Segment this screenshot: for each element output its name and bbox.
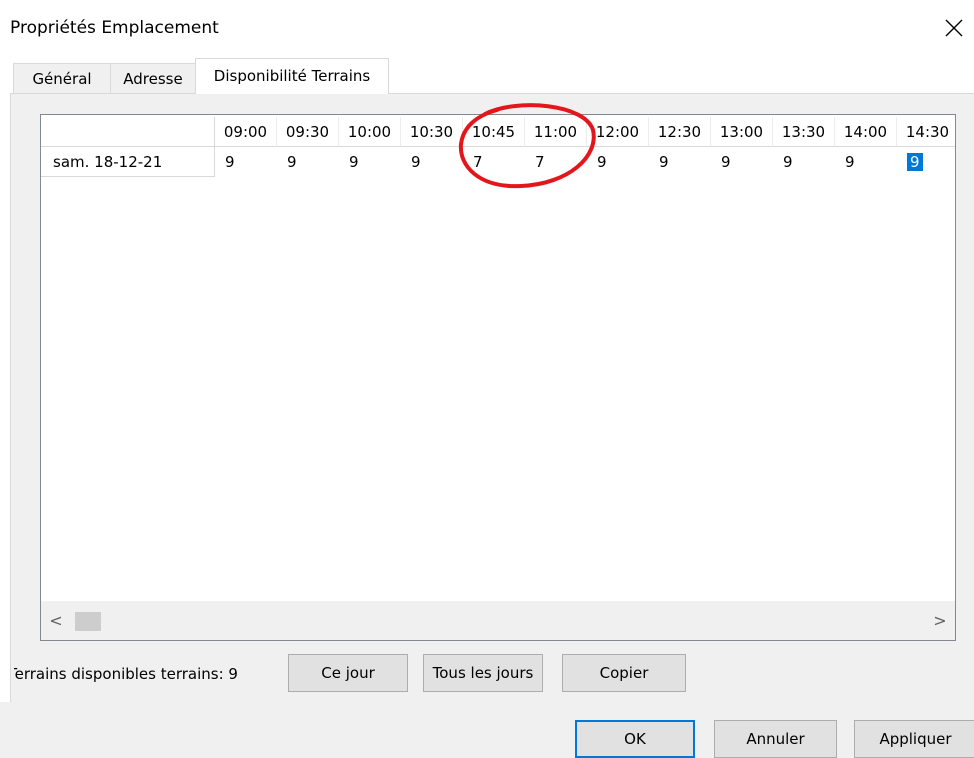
grid-cell-selected[interactable]: 9	[897, 147, 955, 177]
grid-cell[interactable]: 7	[463, 147, 525, 177]
grid-cell[interactable]: 9	[215, 147, 277, 177]
grid-corner-cell	[41, 117, 215, 147]
grid-cell[interactable]: 7	[525, 147, 587, 177]
scroll-right-icon[interactable]: >	[929, 611, 951, 631]
ok-button[interactable]: OK	[575, 720, 695, 758]
cancel-button[interactable]: Annuler	[714, 720, 837, 758]
ce-jour-button[interactable]: Ce jour	[288, 654, 408, 692]
selected-cell-value[interactable]: 9	[907, 153, 923, 171]
tab-disponibilite-terrains[interactable]: Disponibilité Terrains	[195, 58, 389, 94]
time-header: 12:00	[587, 117, 649, 147]
time-header: 10:30	[401, 117, 463, 147]
tous-les-jours-button[interactable]: Tous les jours	[423, 654, 543, 692]
time-header: 14:30	[897, 117, 955, 147]
table-row: sam. 18-12-21 9 9 9 9 7 7 9 9 9 9 9 9	[41, 147, 955, 177]
time-header: 10:45	[463, 117, 525, 147]
grid-cell[interactable]: 9	[401, 147, 463, 177]
row-date-label: sam. 18-12-21	[41, 147, 215, 177]
availability-grid[interactable]: 09:00 09:30 10:00 10:30 10:45 11:00 12:0…	[40, 114, 956, 641]
scroll-left-icon[interactable]: <	[45, 611, 67, 631]
time-header: 13:00	[711, 117, 773, 147]
time-header: 14:00	[835, 117, 897, 147]
horizontal-scrollbar[interactable]: < >	[41, 601, 955, 640]
grid-cell[interactable]: 9	[339, 147, 401, 177]
copier-button[interactable]: Copier	[562, 654, 686, 692]
grid-cell[interactable]: 9	[711, 147, 773, 177]
time-header: 10:00	[339, 117, 401, 147]
grid-cell[interactable]: 9	[649, 147, 711, 177]
scrollbar-thumb[interactable]	[75, 612, 101, 631]
time-header: 09:30	[277, 117, 339, 147]
apply-button[interactable]: Appliquer	[854, 720, 974, 758]
grid-cell[interactable]: 9	[835, 147, 897, 177]
tab-adresse[interactable]: Adresse	[110, 63, 196, 93]
available-courts-status: Terrains disponibles terrains: 9	[14, 665, 238, 683]
time-header: 09:00	[215, 117, 277, 147]
window-title: Propriétés Emplacement	[10, 18, 219, 38]
close-icon[interactable]	[942, 16, 966, 40]
grid-content: 09:00 09:30 10:00 10:30 10:45 11:00 12:0…	[41, 115, 955, 601]
time-header: 12:30	[649, 117, 711, 147]
time-header: 11:00	[525, 117, 587, 147]
grid-cell[interactable]: 9	[277, 147, 339, 177]
grid-header-row: 09:00 09:30 10:00 10:30 10:45 11:00 12:0…	[41, 117, 955, 147]
tab-general[interactable]: Général	[13, 63, 111, 93]
time-header: 13:30	[773, 117, 835, 147]
grid-cell[interactable]: 9	[773, 147, 835, 177]
grid-cell[interactable]: 9	[587, 147, 649, 177]
